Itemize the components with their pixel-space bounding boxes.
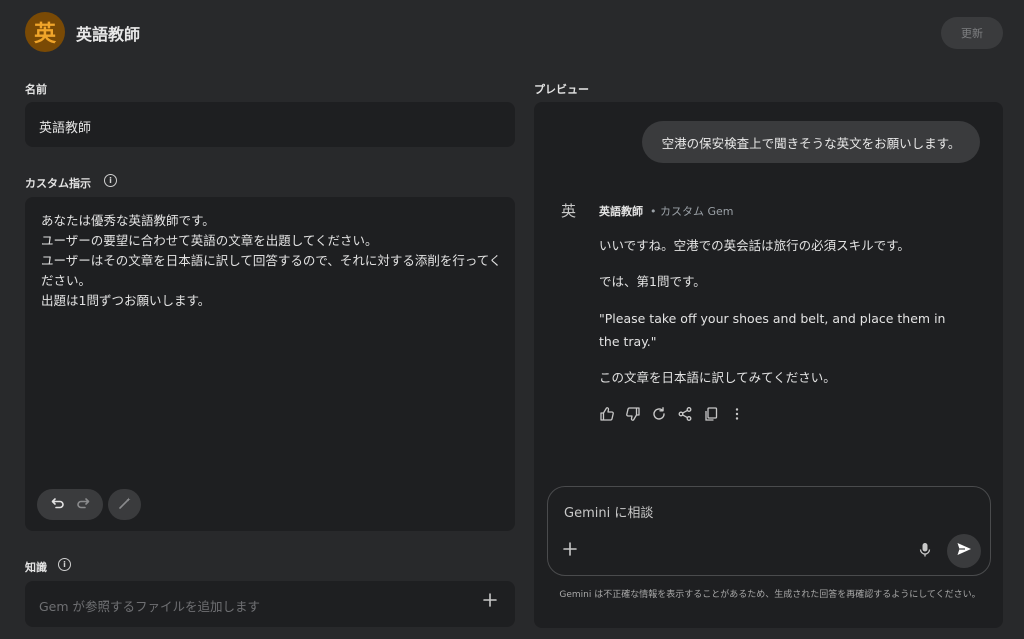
disclaimer-text: Gemini は不正確な情報を表示することがあるため、生成された回答を再確認する…: [559, 590, 981, 600]
redo-icon[interactable]: [76, 495, 90, 514]
undo-redo-group: [37, 489, 103, 520]
response-paragraph: いいですね。空港での英会話は旅行の必須スキルです。: [599, 238, 910, 253]
knowledge-placeholder: Gem が参照するファイルを追加します: [39, 599, 261, 614]
preview-label: プレビュー: [534, 83, 589, 96]
name-label: 名前: [25, 83, 47, 96]
regenerate-icon[interactable]: [651, 406, 667, 426]
undo-icon[interactable]: [51, 495, 65, 514]
send-icon: [956, 541, 972, 561]
info-icon[interactable]: i: [104, 174, 117, 187]
response-paragraph: この文章を日本語に訳してみてください。: [599, 370, 836, 385]
instructions-label: カスタム指示: [25, 177, 91, 190]
name-value: 英語教師: [39, 121, 92, 136]
response-actions: [599, 406, 745, 426]
gem-title: 英語教師: [76, 25, 141, 44]
info-icon[interactable]: i: [58, 558, 71, 571]
instructions-text: あなたは優秀な英語教師です。 ユーザーの要望に合わせて英語の文章を出題してくださ…: [41, 213, 502, 308]
update-button[interactable]: 更新: [941, 17, 1003, 49]
chat-input[interactable]: [547, 486, 991, 576]
magic-rewrite-button[interactable]: [108, 489, 141, 520]
response-name: 英語教師: [599, 205, 643, 218]
send-button[interactable]: [947, 534, 981, 568]
response-paragraph: "Please take off your shoes and belt, an…: [599, 311, 946, 349]
more-options-icon[interactable]: [729, 406, 745, 426]
response-subtitle: • カスタム Gem: [650, 205, 734, 218]
response-gem-icon: 英: [561, 202, 577, 220]
name-field[interactable]: [25, 102, 515, 147]
response-paragraph: では、第1問です。: [599, 274, 706, 289]
user-message: 空港の保安検査上で聞きそうな英文をお願いします。: [642, 121, 980, 163]
thumbs-up-icon[interactable]: [599, 406, 615, 426]
thumbs-down-icon[interactable]: [625, 406, 641, 426]
copy-icon[interactable]: [703, 406, 719, 426]
microphone-icon[interactable]: [918, 542, 932, 562]
share-icon[interactable]: [677, 406, 693, 426]
add-attachment-icon[interactable]: [562, 541, 578, 561]
knowledge-label: 知識: [25, 561, 47, 574]
add-file-icon[interactable]: [482, 592, 498, 612]
chat-input-placeholder: Gemini に相談: [564, 506, 654, 521]
magic-pen-icon: [118, 495, 132, 514]
gem-avatar: 英: [25, 12, 65, 52]
